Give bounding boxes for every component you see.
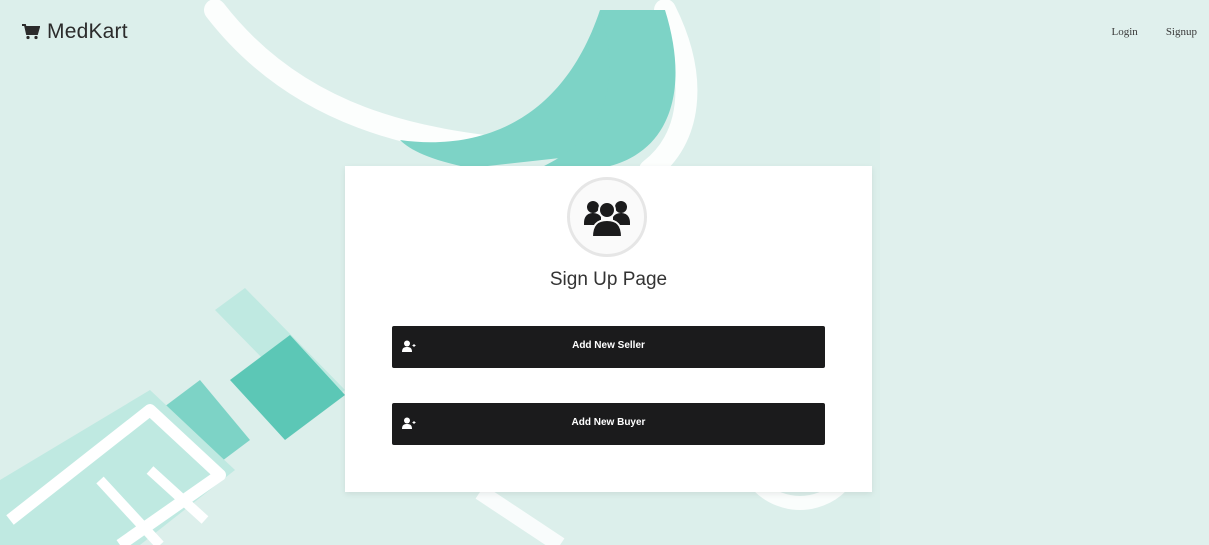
- add-new-seller-label: Add New Seller: [572, 340, 645, 351]
- avatar: [567, 177, 647, 257]
- page-title: Sign Up Page: [549, 269, 668, 290]
- add-new-buyer-button[interactable]: Add New Buyer: [392, 403, 825, 445]
- users-group-icon: [584, 201, 630, 237]
- brand-logo[interactable]: MedKart: [22, 20, 128, 44]
- add-new-buyer-label: Add New Buyer: [571, 417, 646, 428]
- add-new-seller-button[interactable]: Add New Seller: [392, 326, 825, 368]
- login-link[interactable]: Login: [1112, 26, 1138, 38]
- signup-page: MedKart Login Signup Sign Up Page Add Ne…: [0, 0, 1209, 545]
- signup-card: Sign Up Page Add New Seller Add New Buye…: [345, 166, 872, 492]
- navbar: MedKart Login Signup: [0, 0, 1209, 64]
- signup-link[interactable]: Signup: [1166, 26, 1197, 38]
- brand-name: MedKart: [47, 20, 128, 43]
- nav-links: Login Signup: [1112, 26, 1197, 38]
- shopping-cart-icon: [22, 24, 40, 40]
